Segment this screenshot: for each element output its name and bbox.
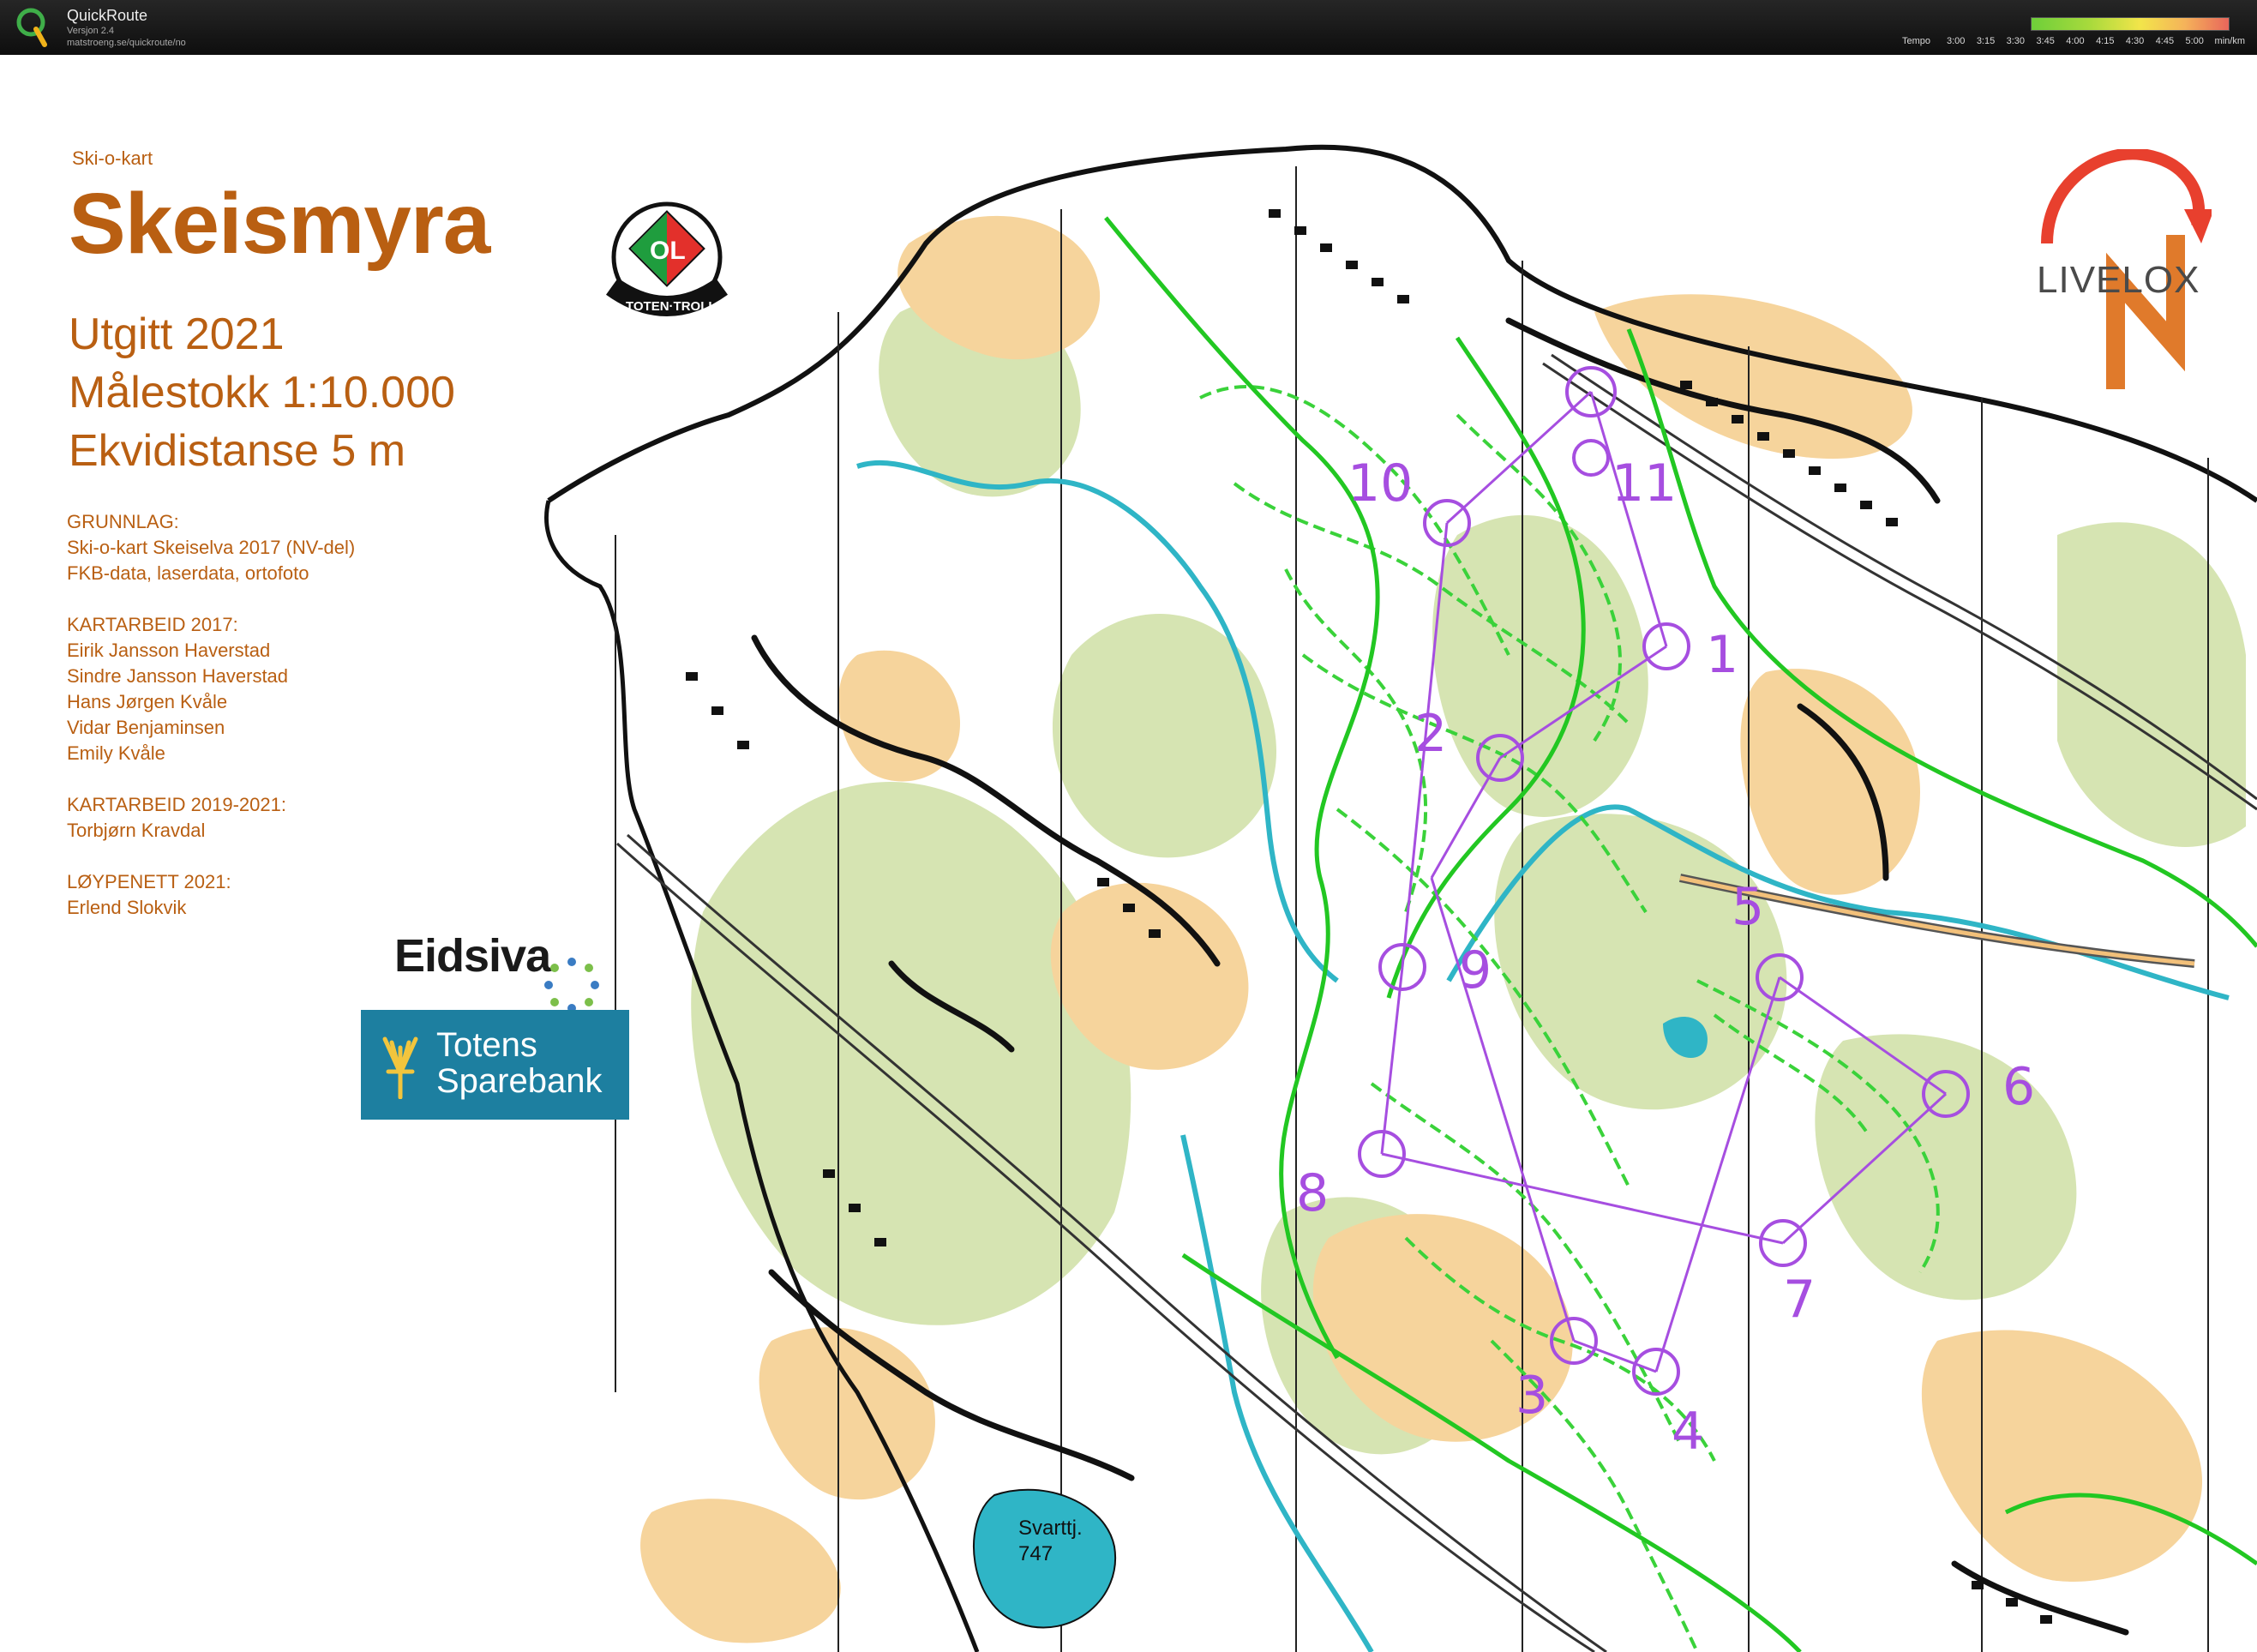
tempo-tick: 3:30 <box>2006 36 2026 46</box>
credit-line: Erlend Slokvik <box>67 897 187 918</box>
control-circle <box>1572 439 1610 477</box>
credit-heading: KARTARBEID 2019-2021: <box>67 794 286 815</box>
tempo-tick: 4:30 <box>2125 36 2145 46</box>
credit-line: Sindre Jansson Haverstad <box>67 665 289 687</box>
control-number: 5 <box>1732 877 1764 937</box>
credit-line: Emily Kvåle <box>67 742 165 764</box>
map-title: Skeismyra <box>69 176 490 272</box>
tempo-tick: 4:00 <box>2066 36 2085 46</box>
open-land <box>759 1327 935 1500</box>
credit-block: KARTARBEID 2019-2021: Torbjørn Kravdal <box>67 792 355 844</box>
map-meta: Utgitt 2021 Målestokk 1:10.000 Ekvidista… <box>69 305 455 480</box>
lake-svarttj: Svarttj. 747 <box>973 1488 1117 1629</box>
sponsor-eidsiva-logo: Eidsiva <box>394 930 551 982</box>
forest-area <box>1494 814 1787 1110</box>
control-number: 11 <box>1612 454 1677 514</box>
tempo-tick: 5:00 <box>2185 36 2204 46</box>
livelox-wordmark: LIVELOX <box>2037 259 2200 301</box>
eidsiva-flower-icon <box>544 958 599 1012</box>
credit-line: Vidar Benjaminsen <box>67 717 225 738</box>
tempo-label: Tempo <box>1902 36 1931 46</box>
control-number: 3 <box>1516 1366 1548 1426</box>
app-url: matstroeng.se/quickroute/no <box>67 38 186 48</box>
tempo-tick: 4:15 <box>2096 36 2115 46</box>
control-number: 1 <box>1706 625 1738 685</box>
sponsor-totens-line1: Totens <box>436 1026 537 1064</box>
control-number: 9 <box>1459 940 1492 1000</box>
open-land <box>1921 1330 2203 1582</box>
map-boundary <box>547 144 2257 503</box>
lake-label: Svarttj. <box>1018 1517 1083 1540</box>
credit-block: LØYPENETT 2021: Erlend Slokvik <box>67 869 355 921</box>
open-land <box>1740 669 1920 895</box>
credit-line: Torbjørn Kravdal <box>67 820 206 841</box>
quickroute-logo-icon <box>16 8 47 47</box>
tempo-tick: 3:00 <box>1947 36 1966 46</box>
credit-line: FKB-data, laserdata, ortofoto <box>67 562 309 584</box>
map-meta-line: Ekvidistanse 5 m <box>69 426 406 476</box>
credit-heading: KARTARBEID 2017: <box>67 614 238 635</box>
tempo-tick: 3:45 <box>2036 36 2055 46</box>
orienteering-map[interactable]: Svarttj. 747 1 2 3 4 5 6 7 8 9 10 11 Ski… <box>0 55 2257 1652</box>
credit-line: Hans Jørgen Kvåle <box>67 691 228 712</box>
open-land <box>640 1499 841 1643</box>
lake-label: 747 <box>1018 1542 1053 1565</box>
control-number: 8 <box>1296 1163 1329 1223</box>
title-bar: QuickRoute Versjon 2.4 matstroeng.se/qui… <box>0 0 2257 55</box>
map-meta-line: Målestokk 1:10.000 <box>69 368 455 418</box>
tempo-color-bar <box>2031 17 2230 31</box>
club-logo-letters: OL <box>650 237 686 265</box>
credit-line: Ski-o-kart Skeiselva 2017 (NV-del) <box>67 537 356 558</box>
app-title: QuickRoute <box>67 7 148 24</box>
control-number: 6 <box>2002 1057 2035 1117</box>
credit-heading: LØYPENETT 2021: <box>67 871 231 892</box>
tempo-ticks: 3:00 3:15 3:30 3:45 4:00 4:15 4:30 4:45 … <box>1947 36 2204 48</box>
credit-block: KARTARBEID 2017: Eirik Jansson Haverstad… <box>67 612 355 766</box>
credit-block: GRUNNLAG: Ski-o-kart Skeiselva 2017 (NV-… <box>67 509 355 586</box>
control-number: 7 <box>1783 1270 1816 1330</box>
forest-area <box>1052 614 1277 858</box>
sponsor-totens-line2: Sparebank <box>436 1062 603 1100</box>
tempo-legend: Tempo 3:00 3:15 3:30 3:45 4:00 4:15 4:30… <box>1902 15 2245 50</box>
control-number: 2 <box>1414 704 1447 764</box>
credit-line: Eirik Jansson Haverstad <box>67 640 271 661</box>
app-version: Versjon 2.4 <box>67 26 115 36</box>
map-type-label: Ski-o-kart <box>72 147 153 169</box>
tempo-tick: 3:15 <box>1976 36 1996 46</box>
forest-area <box>691 781 1132 1325</box>
tempo-unit: min/km <box>2214 36 2245 46</box>
credit-heading: GRUNNLAG: <box>67 511 179 532</box>
control-number: 4 <box>1672 1402 1704 1462</box>
tempo-tick: 4:45 <box>2155 36 2175 46</box>
map-credits: GRUNNLAG: Ski-o-kart Skeiselva 2017 (NV-… <box>67 509 355 946</box>
club-logo-icon: OL TOTEN·TROLL <box>606 201 728 316</box>
forest-area <box>2057 522 2246 847</box>
club-logo-ring-text: TOTEN·TROLL <box>626 299 717 314</box>
sponsor-totens-sparebank-logo: Totens Sparebank <box>361 1010 629 1120</box>
wheat-sheaf-icon <box>382 1036 418 1099</box>
map-meta-line: Utgitt 2021 <box>69 309 285 359</box>
control-number: 10 <box>1348 454 1413 514</box>
